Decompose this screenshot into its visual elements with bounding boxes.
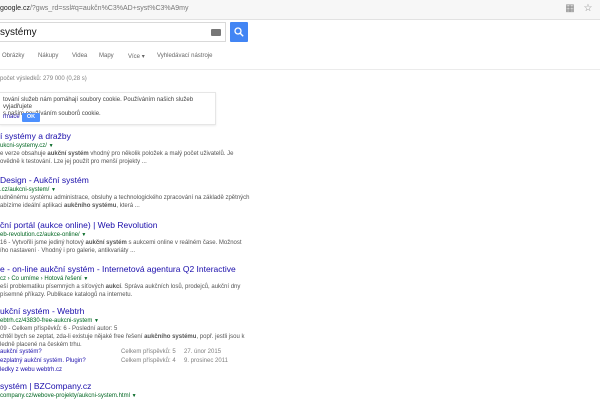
snippet-text: abízíme ideální aplikaci <box>0 203 65 209</box>
snippet-keyword: aukcí <box>105 284 121 290</box>
dropdown-arrow-icon[interactable]: ▼ <box>49 143 54 149</box>
result-url-text: cz › Co umíme › Hotová řešení <box>0 276 82 282</box>
cookie-more-link[interactable]: rmace <box>3 114 20 120</box>
search-result: ukční systém - Webtrh ebtrh.cz/43830-fre… <box>0 306 300 349</box>
snippet-text: chtěl bych se zeptat, zda-li existuje ně… <box>0 334 145 340</box>
snippet-text: s aukcemi online v reálném čase. Možnost <box>126 240 242 246</box>
result-snippet-line: abízíme ideální aplikaci aukčního systém… <box>0 202 300 210</box>
snippet-keyword: aukční systém <box>85 240 127 246</box>
dropdown-arrow-icon[interactable]: ▼ <box>132 393 137 399</box>
result-sublinks: aukční systém? Celkem příspěvků: 5 27. ú… <box>0 348 260 374</box>
result-snippet-line: ovědně k testování. Lze jej použít pro m… <box>0 158 300 166</box>
search-icon <box>234 27 244 37</box>
url-path: /?gws_rd=ssl#q=aukčn%C3%AD+syst%C3%A9my <box>29 5 189 12</box>
result-snippet-line: eší problematiku písemných a síťových au… <box>0 283 300 291</box>
tab-more-label: Více <box>128 54 141 60</box>
snippet-keyword: aukční systém <box>47 151 89 157</box>
result-snippet-line: e verze obsahuje aukční systém vhodný pr… <box>0 150 300 158</box>
dropdown-arrow-icon[interactable]: ▼ <box>83 276 88 282</box>
snippet-text: , popř. jestli jsou k <box>196 334 245 340</box>
sublink-date: 9. prosinec 2011 <box>184 358 228 364</box>
result-url-text: company.cz/webove-projekty/aukcni-system… <box>0 393 130 399</box>
sublink-date: 27. únor 2015 <box>184 349 222 355</box>
result-stats: počet výsledků: 279 000 (0,28 s) <box>0 76 87 82</box>
search-tabs: Obrázky Nákupy Videa Mapy Více ▾ Vyhledá… <box>0 53 600 67</box>
result-url: cz › Co umíme › Hotová řešení ▼ <box>0 275 300 283</box>
result-url-text: .cz/aukcni-system/ <box>0 187 50 193</box>
result-title-link[interactable]: í systémy a dražby <box>0 131 300 142</box>
keyboard-icon[interactable] <box>211 29 221 36</box>
snippet-text: e verze obsahuje <box>0 151 48 157</box>
snippet-text: 16 - Vytvořili jsme jediný hotový <box>0 240 86 246</box>
tab-videos[interactable]: Videa <box>72 53 87 59</box>
result-snippet-line: 16 - Vytvořili jsme jediný hotový aukční… <box>0 239 300 247</box>
result-url: .cz/aukcni-system/ ▼ <box>0 186 300 194</box>
search-result: e - on-line aukční systém - Internetová … <box>0 264 300 299</box>
sublink-more-results[interactable]: ledky z webu webtrh.cz <box>0 366 62 374</box>
tab-maps[interactable]: Mapy <box>99 53 114 59</box>
tab-images[interactable]: Obrázky <box>2 53 24 59</box>
cookie-ok-button[interactable]: OK <box>22 113 40 122</box>
result-title-link[interactable]: systém | BZCompany.cz <box>0 381 300 392</box>
address-bar[interactable]: google.cz/?gws_rd=ssl#q=aukčn%C3%AD+syst… <box>0 0 600 20</box>
snippet-text: eší problematiku písemných a síťových <box>0 284 106 290</box>
star-icon[interactable]: ☆ <box>582 3 594 15</box>
tab-search-tools[interactable]: Vyhledávací nástroje <box>157 53 212 59</box>
result-url-text: ebtrh.cz/43830-free-aukcni-system <box>0 318 93 324</box>
result-url-text: ukcni-systemy.cz/ <box>0 143 47 149</box>
result-title-link[interactable]: ční portál (aukce online) | Web Revoluti… <box>0 220 300 231</box>
search-result: systém | BZCompany.cz company.cz/webove-… <box>0 381 300 400</box>
cookie-line-1: tování služeb nám pomáhají soubory cooki… <box>3 97 194 110</box>
search-result: í systémy a dražby ukcni-systemy.cz/ ▼ e… <box>0 131 300 166</box>
address-url[interactable]: google.cz/?gws_rd=ssl#q=aukčn%C3%AD+syst… <box>0 5 189 12</box>
snippet-text: 09 - Celkem příspěvků: 6 - Poslední auto… <box>0 326 118 332</box>
sublink-item[interactable]: aukční systém? <box>0 348 42 356</box>
tab-shopping[interactable]: Nákupy <box>38 53 58 59</box>
result-snippet-line: 09 - Celkem příspěvků: 6 - Poslední auto… <box>0 325 300 333</box>
result-url: company.cz/webove-projekty/aukcni-system… <box>0 392 300 400</box>
dropdown-arrow-icon[interactable]: ▼ <box>94 318 99 324</box>
tabs-divider <box>0 69 600 70</box>
result-url: ebtrh.cz/43830-free-aukcni-system ▼ <box>0 317 300 325</box>
result-snippet-line: udněnému systému administrace, obsluhy a… <box>0 194 300 202</box>
result-snippet-line: písemné příkazy. Publikace katalogů na i… <box>0 291 300 299</box>
result-title-link[interactable]: ukční systém - Webtrh <box>0 306 300 317</box>
tab-more[interactable]: Více ▾ <box>128 53 145 60</box>
result-url: eb-revolution.cz/aukce-online/ ▼ <box>0 231 300 239</box>
search-query: systémy <box>0 27 37 38</box>
result-url-text: eb-revolution.cz/aukce-online/ <box>0 232 80 238</box>
chevron-down-icon: ▾ <box>141 54 145 60</box>
result-title-link[interactable]: e - on-line aukční systém - Internetová … <box>0 264 300 275</box>
snippet-keyword: aukčního systému <box>64 203 117 209</box>
result-snippet-line: chtěl bych se zeptat, zda-li existuje ně… <box>0 333 300 341</box>
sublink-item[interactable]: ezplatný aukční systém. Plugin? <box>0 357 86 365</box>
sublink-post-count: Celkem příspěvků: 5 <box>121 349 176 355</box>
snippet-text: udněnému systému administrace, obsluhy a… <box>0 195 250 201</box>
snippet-keyword: aukčního systému <box>144 334 197 340</box>
result-snippet-line: ího nastavení · Vhodný i pro galerie, an… <box>0 247 300 255</box>
snippet-text: vhodný pro několik položek a malý počet … <box>88 151 234 157</box>
snippet-text: ího nastavení · Vhodný i pro galerie, an… <box>0 248 136 254</box>
snippet-text: ovědně k testování. Lze jej použít pro m… <box>0 159 147 165</box>
cookie-notice: tování služeb nám pomáhají soubory cooki… <box>0 92 216 125</box>
search-result: ční portál (aukce online) | Web Revoluti… <box>0 220 300 255</box>
dropdown-arrow-icon[interactable]: ▼ <box>51 187 56 193</box>
snippet-text: . Správa aukčních losů, prodejců, aukční… <box>120 284 241 290</box>
dropdown-arrow-icon[interactable]: ▼ <box>81 232 86 238</box>
result-url: ukcni-systemy.cz/ ▼ <box>0 142 300 150</box>
search-input[interactable]: systémy <box>0 22 226 42</box>
sublink-post-count: Celkem příspěvků: 4 <box>121 358 176 364</box>
search-result: Design - Aukční systém .cz/aukcni-system… <box>0 175 300 210</box>
search-button[interactable] <box>230 22 248 42</box>
snippet-text: písemné příkazy. Publikace katalogů na i… <box>0 292 133 298</box>
result-title-link[interactable]: Design - Aukční systém <box>0 175 300 186</box>
bookmark-page-icon[interactable]: ▦ <box>564 3 576 15</box>
url-domain: google.cz <box>0 5 30 12</box>
snippet-text: , která ... <box>116 203 140 209</box>
